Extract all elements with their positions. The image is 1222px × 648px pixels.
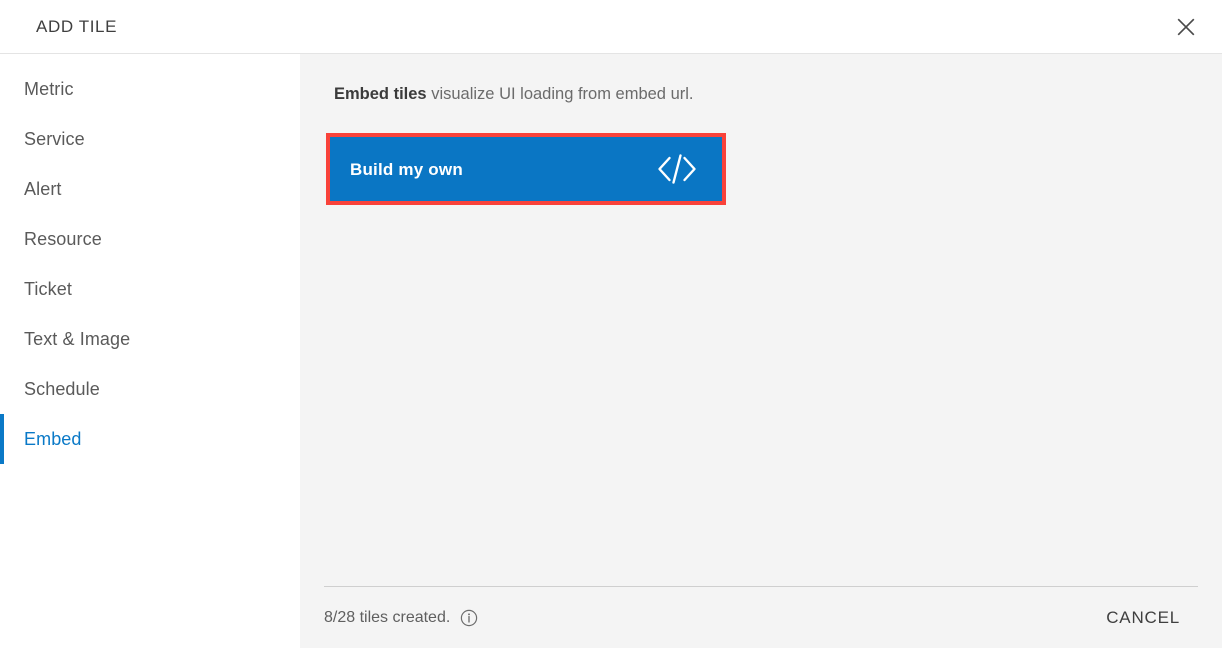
sidebar-item-ticket[interactable]: Ticket: [0, 264, 300, 314]
sidebar-item-text-and-image[interactable]: Text & Image: [0, 314, 300, 364]
description-text: Embed tiles visualize UI loading from em…: [324, 84, 1198, 105]
main-content: Embed tiles visualize UI loading from em…: [300, 54, 1222, 586]
footer-status: 8/28 tiles created.: [324, 609, 478, 627]
build-my-own-highlight: Build my own: [326, 133, 726, 206]
sidebar: Metric Service Alert Resource Ticket Tex…: [0, 54, 300, 648]
build-my-own-label: Build my own: [350, 159, 463, 179]
sidebar-item-label: Resource: [24, 229, 102, 249]
close-icon: [1174, 15, 1198, 39]
sidebar-item-label: Ticket: [24, 279, 72, 299]
dialog-header: ADD TILE: [0, 0, 1222, 54]
dialog-footer: 8/28 tiles created. CANCEL: [324, 586, 1198, 648]
cancel-button[interactable]: CANCEL: [1102, 601, 1184, 634]
close-button[interactable]: [1164, 5, 1208, 49]
sidebar-item-embed[interactable]: Embed: [0, 414, 300, 464]
description-rest: visualize UI loading from embed url.: [426, 85, 694, 103]
tiles-created-count: 8/28 tiles created.: [324, 608, 451, 626]
sidebar-item-label: Schedule: [24, 379, 100, 399]
sidebar-item-metric[interactable]: Metric: [0, 64, 300, 114]
description-strong: Embed tiles: [334, 85, 427, 103]
build-my-own-button[interactable]: Build my own: [330, 137, 722, 202]
code-icon: [654, 152, 700, 186]
sidebar-item-label: Service: [24, 129, 85, 149]
sidebar-item-service[interactable]: Service: [0, 114, 300, 164]
main-panel: Embed tiles visualize UI loading from em…: [300, 54, 1222, 648]
dialog-body: Metric Service Alert Resource Ticket Tex…: [0, 54, 1222, 648]
sidebar-item-alert[interactable]: Alert: [0, 164, 300, 214]
sidebar-item-label: Alert: [24, 179, 62, 199]
add-tile-dialog: ADD TILE Metric Service Alert Resource T…: [0, 0, 1222, 648]
sidebar-item-schedule[interactable]: Schedule: [0, 364, 300, 414]
sidebar-item-resource[interactable]: Resource: [0, 214, 300, 264]
sidebar-item-label: Text & Image: [24, 329, 131, 349]
info-icon[interactable]: [460, 609, 478, 627]
sidebar-item-label: Metric: [24, 79, 74, 99]
page-title: ADD TILE: [36, 17, 118, 36]
sidebar-item-label: Embed: [24, 429, 82, 449]
